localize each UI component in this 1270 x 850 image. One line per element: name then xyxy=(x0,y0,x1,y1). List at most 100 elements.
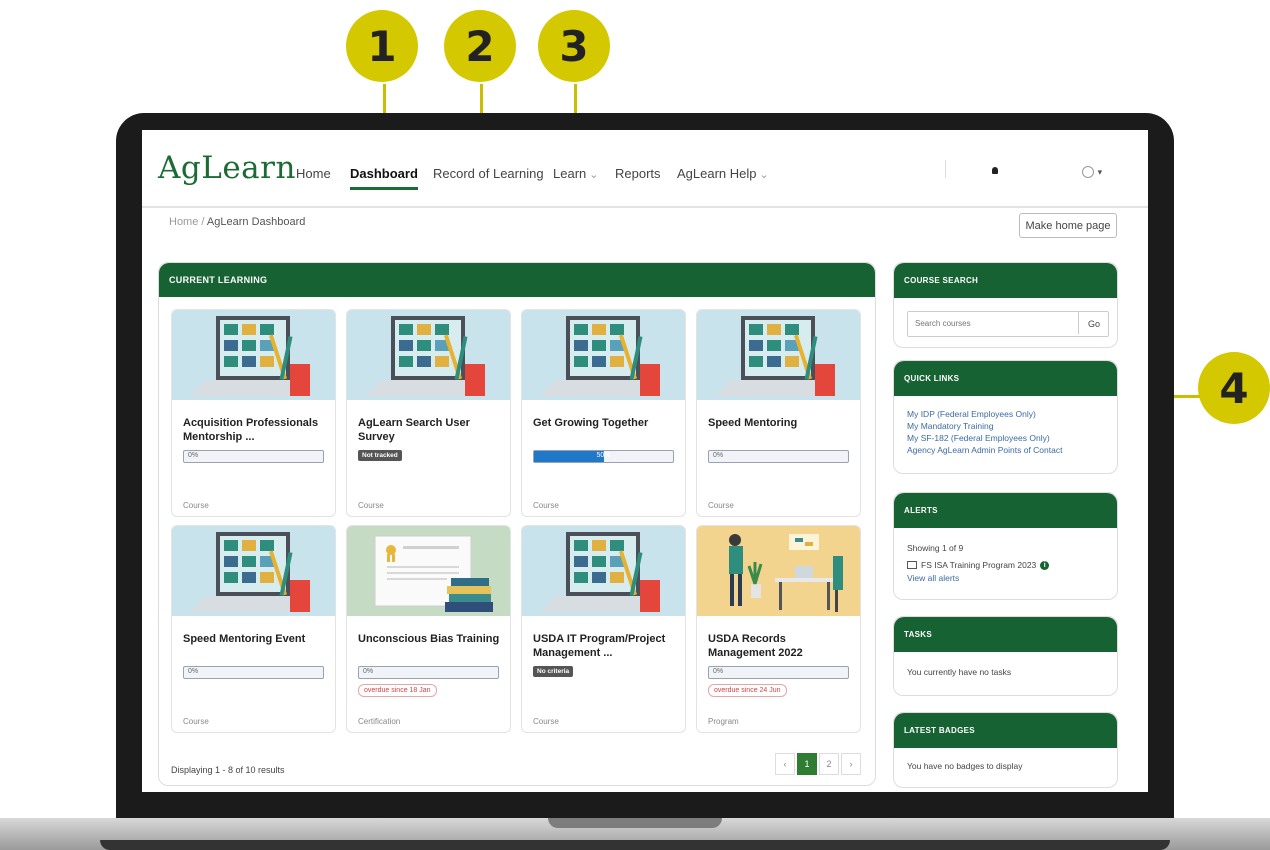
laptop-video-call-illustration xyxy=(697,310,860,400)
tasks-block: TASKS You currently have no tasks xyxy=(893,616,1118,696)
laptop-video-call-illustration xyxy=(522,310,685,400)
course-type: Program xyxy=(708,717,739,726)
alerts-header: ALERTS xyxy=(894,493,1117,528)
breadcrumb-home[interactable]: Home xyxy=(169,216,198,228)
course-card[interactable]: USDA Records Management 2022 0% overdue … xyxy=(696,525,861,733)
nav-dashboard[interactable]: Dashboard xyxy=(350,166,418,190)
breadcrumb-current: AgLearn Dashboard xyxy=(206,216,306,228)
alerts-block: ALERTS Showing 1 of 9 FS ISA Training Pr… xyxy=(893,492,1118,600)
view-all-alerts-link[interactable]: View all alerts xyxy=(907,573,959,583)
course-title[interactable]: Unconscious Bias Training xyxy=(358,632,503,646)
aglearn-logo[interactable]: AgLearn xyxy=(158,150,296,186)
breadcrumb: Home / AgLearn Dashboard xyxy=(169,216,305,228)
quick-links-header: QUICK LINKS xyxy=(894,361,1117,396)
course-title[interactable]: AgLearn Search User Survey xyxy=(358,416,503,444)
callout-4: 4 xyxy=(1198,352,1270,424)
callout-3: 3 xyxy=(538,10,610,82)
course-card[interactable]: Unconscious Bias Training 0% overdue sin… xyxy=(346,525,511,733)
user-avatar-icon xyxy=(1082,165,1094,178)
course-type: Course xyxy=(708,501,734,510)
laptop-video-call-art xyxy=(715,316,839,396)
progress-label: 0% xyxy=(188,452,199,459)
callout-2: 2 xyxy=(444,10,516,82)
search-input[interactable] xyxy=(908,312,1079,334)
info-icon[interactable]: i xyxy=(1040,560,1050,570)
nav-aglearn-help[interactable]: AgLearn Help ⌄ xyxy=(677,166,769,181)
quick-link[interactable]: My SF-182 (Federal Employees Only) xyxy=(907,433,1050,443)
course-type: Course xyxy=(358,501,384,510)
progress-bar: 0% xyxy=(708,666,849,679)
course-title[interactable]: USDA Records Management 2022 xyxy=(708,632,853,660)
laptop-video-call-art xyxy=(540,316,664,396)
office-person-illustration xyxy=(697,526,860,616)
chevron-down-icon: ▾ xyxy=(1097,167,1103,177)
chevron-down-icon: ⌄ xyxy=(589,169,599,181)
nav-learn[interactable]: Learn ⌄ xyxy=(553,166,598,181)
progress-label: 50% xyxy=(596,452,611,459)
pagination-next[interactable]: › xyxy=(841,753,861,775)
course-card[interactable]: Speed Mentoring Event 0% Course xyxy=(171,525,336,733)
quick-link[interactable]: My Mandatory Training xyxy=(907,421,993,431)
course-type: Course xyxy=(533,501,559,510)
alert-item-label: FS ISA Training Program 2023 xyxy=(921,560,1037,570)
overdue-badge: overdue since 24 Jun xyxy=(708,684,787,697)
message-icon xyxy=(907,561,917,569)
overdue-badge: overdue since 18 Jan xyxy=(358,684,437,697)
course-type: Certification xyxy=(358,717,401,726)
nav-home[interactable]: Home xyxy=(296,166,331,181)
office-person-art xyxy=(729,534,843,612)
nav-learn-label: Learn xyxy=(553,166,587,181)
course-card[interactable]: AgLearn Search User Survey Not tracked C… xyxy=(346,309,511,517)
course-title[interactable]: Acquisition Professionals Mentorship ... xyxy=(183,416,328,444)
top-navbar: AgLearn Home Dashboard Record of Learnin… xyxy=(142,130,1148,208)
certificate-books-art xyxy=(374,535,493,612)
course-type: Course xyxy=(533,717,559,726)
search-go-button[interactable]: Go xyxy=(1080,312,1108,336)
status-badge: Not tracked xyxy=(358,450,402,461)
laptop-notch xyxy=(548,818,722,828)
current-learning-header: CURRENT LEARNING xyxy=(159,263,875,297)
laptop-video-call-art xyxy=(190,316,314,396)
course-card[interactable]: Speed Mentoring 0% Course xyxy=(696,309,861,517)
status-badge: No criteria xyxy=(533,666,574,677)
course-title[interactable]: Get Growing Together xyxy=(533,416,678,430)
callout-1: 1 xyxy=(346,10,418,82)
progress-label: 0% xyxy=(713,668,724,675)
laptop-base-shadow xyxy=(100,840,1170,850)
pagination-page-2[interactable]: 2 xyxy=(819,753,839,775)
bell-icon[interactable] xyxy=(992,167,998,174)
progress-bar: 0% xyxy=(183,666,324,679)
laptop-video-call-art xyxy=(540,532,664,612)
quick-link[interactable]: My IDP (Federal Employees Only) xyxy=(907,409,1036,419)
laptop-video-call-illustration xyxy=(347,310,510,400)
course-type: Course xyxy=(183,717,209,726)
course-title[interactable]: Speed Mentoring Event xyxy=(183,632,328,646)
course-title[interactable]: USDA IT Program/Project Management ... xyxy=(533,632,678,660)
course-card[interactable]: USDA IT Program/Project Management ... N… xyxy=(521,525,686,733)
pagination-page-1[interactable]: 1 xyxy=(797,753,817,775)
laptop-base xyxy=(0,818,1270,850)
progress-bar: 0% xyxy=(708,450,849,463)
alert-item[interactable]: FS ISA Training Program 2023 i xyxy=(907,560,1050,570)
laptop-video-call-illustration xyxy=(522,526,685,616)
breadcrumb-separator: / xyxy=(201,216,205,228)
course-title[interactable]: Speed Mentoring xyxy=(708,416,853,430)
quick-link[interactable]: Agency AgLearn Admin Points of Contact xyxy=(907,445,1062,455)
make-home-page-button[interactable]: Make home page xyxy=(1019,213,1117,238)
latest-badges-block: LATEST BADGES You have no badges to disp… xyxy=(893,712,1118,788)
tasks-header: TASKS xyxy=(894,617,1117,652)
nav-record-of-learning[interactable]: Record of Learning xyxy=(433,166,544,181)
course-card[interactable]: Acquisition Professionals Mentorship ...… xyxy=(171,309,336,517)
pagination-prev[interactable]: ‹ xyxy=(775,753,795,775)
chevron-down-icon: ⌄ xyxy=(759,169,769,181)
results-summary: Displaying 1 - 8 of 10 results xyxy=(171,765,285,775)
alerts-count: Showing 1 of 9 xyxy=(907,543,964,553)
course-card[interactable]: Get Growing Together 50% Course xyxy=(521,309,686,517)
certificate-books-illustration xyxy=(347,526,510,616)
user-menu[interactable]: ▾ xyxy=(1082,163,1102,178)
nav-reports[interactable]: Reports xyxy=(615,166,661,181)
course-search-block: COURSE SEARCH Go xyxy=(893,262,1118,348)
progress-label: 0% xyxy=(363,668,374,675)
progress-bar: 50% xyxy=(533,450,674,463)
progress-label: 0% xyxy=(713,452,724,459)
